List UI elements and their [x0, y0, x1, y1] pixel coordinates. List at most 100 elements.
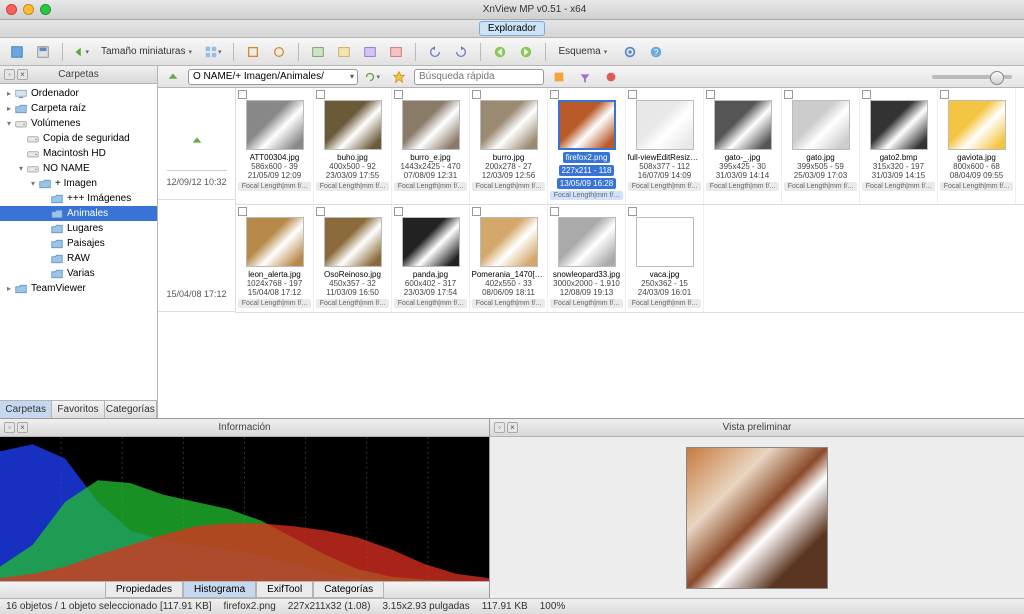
image-b-icon[interactable] [333, 42, 355, 62]
thumbnail-cell[interactable]: burro_e.jpg1443x2425 - 47007/08/09 12:31… [392, 88, 470, 204]
thumbnail-cell[interactable]: firefox2.png227x211 - 11813/05/09 16:28F… [548, 88, 626, 204]
refresh-icon[interactable]: ▾ [362, 67, 384, 87]
thumbnail-cell[interactable]: leon_alerta.jpg1024x768 - 19715/04/08 17… [236, 205, 314, 312]
favorite-icon[interactable] [388, 67, 410, 87]
thumbnail-zoom-slider[interactable] [932, 75, 1012, 79]
thumbnail-cell[interactable]: panda.jpg600x402 - 31723/03/09 17:54Foca… [392, 205, 470, 312]
folder-tree[interactable]: ▸Ordenador▸Carpeta raíz▾VolúmenesCopia d… [0, 84, 157, 400]
thumbnail-cell[interactable]: gato-_.jpg395x425 - 3031/03/09 14:14Foca… [704, 88, 782, 204]
info-tab[interactable]: Histograma [183, 582, 256, 598]
nav-back-icon[interactable] [489, 42, 511, 62]
select-checkbox[interactable] [784, 90, 793, 99]
select-checkbox[interactable] [316, 207, 325, 216]
file-name: gato.jpg [806, 153, 834, 162]
select-checkbox[interactable] [238, 207, 247, 216]
select-checkbox[interactable] [394, 207, 403, 216]
preview-panel: ◦× Vista preliminar [490, 419, 1024, 598]
tree-item[interactable]: Lugares [0, 221, 157, 236]
nav-fwd-icon[interactable] [515, 42, 537, 62]
tree-item[interactable]: Macintosh HD [0, 146, 157, 161]
select-checkbox[interactable] [238, 90, 247, 99]
thumbnail-cell[interactable]: gaviota.jpg800x600 - 6808/04/09 09:55Foc… [938, 88, 1016, 204]
thumbnail-cell[interactable]: OsoReinoso.jpg450x357 - 3211/03/09 16:50… [314, 205, 392, 312]
thumbnail-cell[interactable]: burro.jpg200x278 - 2712/03/09 12:56Focal… [470, 88, 548, 204]
filter-c-icon[interactable] [600, 67, 622, 87]
close-panel-icon[interactable]: × [17, 422, 28, 433]
sidebar-tabs: CarpetasFavoritosCategorías [0, 400, 157, 418]
thumbnail-cell[interactable]: ATT00304.jpg586x600 - 3921/05/09 12:09Fo… [236, 88, 314, 204]
tree-item[interactable]: Varias [0, 266, 157, 281]
thumbnail-size-dropdown[interactable]: Tamaño miniaturas▾ [97, 46, 199, 57]
select-checkbox[interactable] [394, 90, 403, 99]
rotate-right-icon[interactable] [450, 42, 472, 62]
path-dropdown[interactable]: O NAME/+ Imagen/Animales/ [188, 69, 358, 85]
close-panel-icon[interactable]: × [17, 69, 28, 80]
collapse-icon[interactable]: ◦ [4, 69, 15, 80]
zoom-window-button[interactable] [40, 4, 51, 15]
save-icon[interactable] [32, 42, 54, 62]
select-checkbox[interactable] [862, 90, 871, 99]
tree-item[interactable]: RAW [0, 251, 157, 266]
explorer-mode-badge[interactable]: Explorador [479, 21, 545, 36]
tree-item[interactable]: ▸TeamViewer [0, 281, 157, 296]
select-checkbox[interactable] [316, 90, 325, 99]
info-tab[interactable]: Categorías [313, 582, 384, 598]
close-window-button[interactable] [6, 4, 17, 15]
quick-search-input[interactable] [414, 69, 544, 85]
back-arrow-icon[interactable]: ▾ [71, 42, 93, 62]
select-checkbox[interactable] [550, 90, 559, 99]
thumbnail-cell[interactable]: gato.jpg399x505 - 5925/03/09 17:03Focal … [782, 88, 860, 204]
sidebar-tab[interactable]: Categorías [105, 401, 157, 418]
file-meta: Focal Length|mm f/... [706, 182, 779, 191]
image-d-icon[interactable] [385, 42, 407, 62]
image-c-icon[interactable] [359, 42, 381, 62]
info-tab[interactable]: ExifTool [256, 582, 313, 598]
thumbnail-cell[interactable]: buho.jpg400x500 - 9223/03/09 17:55Focal … [314, 88, 392, 204]
sidebar-tab[interactable]: Carpetas [0, 401, 52, 418]
thumbnail-cell[interactable]: gato2.bmp315x320 - 19731/03/09 14:15Foca… [860, 88, 938, 204]
scheme-dropdown[interactable]: Esquema▾ [554, 46, 614, 57]
sidebar-tab[interactable]: Favoritos [52, 401, 104, 418]
thumbnail-cell[interactable]: vaca.jpg250x362 - 1524/03/09 16:01Focal … [626, 205, 704, 312]
thumbnail-cell[interactable]: snowleopard33.jpg3000x2000 - 1.91012/08/… [548, 205, 626, 312]
select-checkbox[interactable] [628, 207, 637, 216]
tree-item[interactable]: Paisajes [0, 236, 157, 251]
file-meta: Focal Length|mm f/... [472, 299, 545, 308]
select-checkbox[interactable] [628, 90, 637, 99]
view-mode-icon[interactable]: ▾ [203, 42, 225, 62]
tree-item[interactable]: Copia de seguridad [0, 131, 157, 146]
file-date: 13/05/09 16:28 [557, 178, 616, 189]
tree-item[interactable]: ▸Carpeta raíz [0, 101, 157, 116]
collapse-icon[interactable]: ◦ [4, 422, 15, 433]
tool-a-icon[interactable] [242, 42, 264, 62]
image-a-icon[interactable] [307, 42, 329, 62]
thumbnail-cell[interactable]: full-viewEditResize.gif508x377 - 11216/0… [626, 88, 704, 204]
thumbnail-cell[interactable]: Pomerania_1470[1].jpg402x550 - 3308/06/0… [470, 205, 548, 312]
tree-item[interactable]: ▾+ Imagen [0, 176, 157, 191]
select-checkbox[interactable] [472, 90, 481, 99]
settings-icon[interactable] [619, 42, 641, 62]
help-icon[interactable]: ? [645, 42, 667, 62]
filter-a-icon[interactable] [548, 67, 570, 87]
tree-item[interactable]: ▾NO NAME [0, 161, 157, 176]
up-folder-icon[interactable] [186, 130, 208, 150]
rotate-left-icon[interactable] [424, 42, 446, 62]
collapse-icon[interactable]: ◦ [494, 422, 505, 433]
home-icon[interactable] [6, 42, 28, 62]
select-checkbox[interactable] [550, 207, 559, 216]
tree-item[interactable]: +++ Imágenes [0, 191, 157, 206]
status-zoom: 100% [540, 601, 566, 612]
file-dims: 250x362 - 15 [641, 279, 688, 288]
select-checkbox[interactable] [472, 207, 481, 216]
nav-up-icon[interactable] [162, 67, 184, 87]
tool-b-icon[interactable] [268, 42, 290, 62]
filter-b-icon[interactable] [574, 67, 596, 87]
select-checkbox[interactable] [706, 90, 715, 99]
minimize-window-button[interactable] [23, 4, 34, 15]
select-checkbox[interactable] [940, 90, 949, 99]
tree-item[interactable]: ▾Volúmenes [0, 116, 157, 131]
tree-item[interactable]: Animales [0, 206, 157, 221]
close-panel-icon[interactable]: × [507, 422, 518, 433]
info-tab[interactable]: Propiedades [105, 582, 183, 598]
tree-item[interactable]: ▸Ordenador [0, 86, 157, 101]
